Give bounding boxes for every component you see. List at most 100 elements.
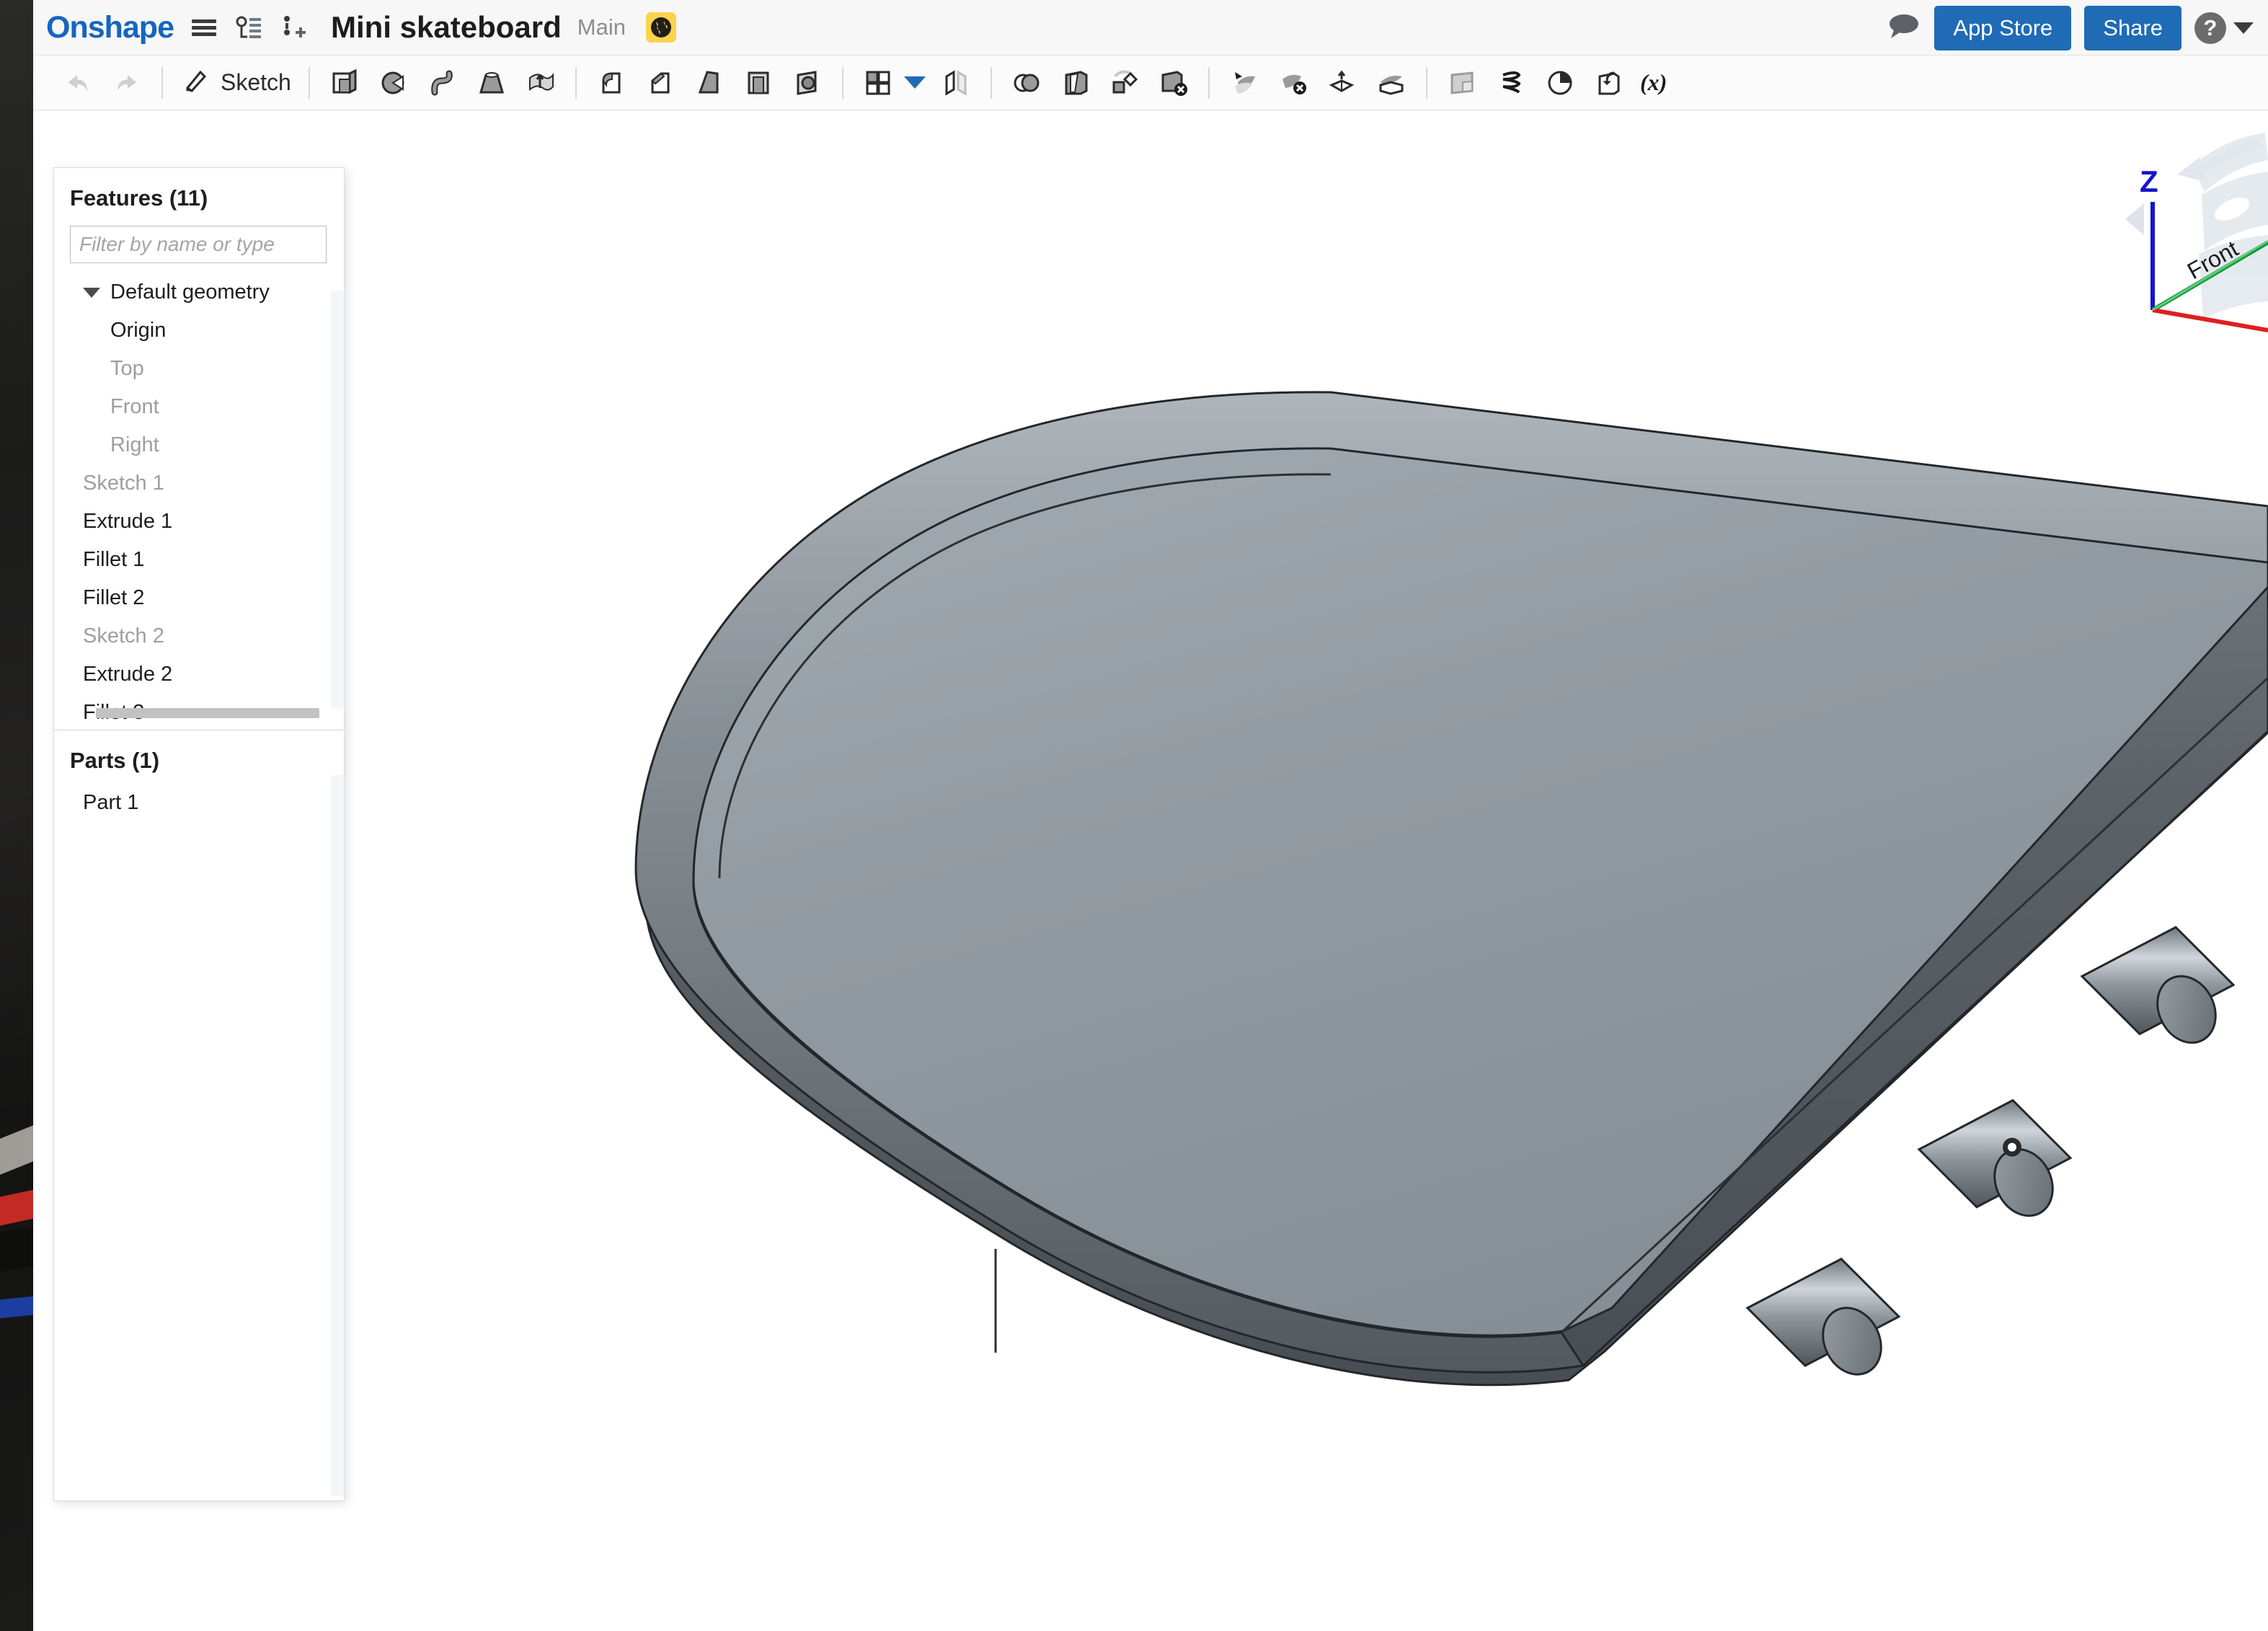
tree-item-right[interactable]: Right (54, 426, 344, 464)
document-title[interactable]: Mini skateboard (331, 10, 562, 45)
revolve-icon[interactable] (369, 61, 418, 105)
filter-input[interactable] (70, 226, 327, 263)
document-tree-icon[interactable] (234, 11, 263, 44)
helix-icon[interactable] (1487, 61, 1536, 105)
draft-icon[interactable] (685, 61, 734, 105)
pattern-grid-icon[interactable] (854, 61, 903, 105)
tree-item-label: Fillet 2 (83, 586, 145, 609)
app-store-button[interactable]: App Store (1934, 5, 2072, 50)
loft-icon[interactable] (467, 61, 516, 105)
desktop-decor-dark (0, 1226, 33, 1272)
tree-item-label: Fillet 1 (83, 548, 145, 571)
delete-face-icon[interactable] (1269, 61, 1318, 105)
tree-item-label: Extrude 1 (83, 510, 173, 533)
pie-gauge-icon[interactable] (1536, 61, 1585, 105)
features-panel-title: Features (11) (70, 185, 208, 211)
list-item-part-1[interactable]: Part 1 (54, 784, 344, 822)
feature-toolbar: Sketch (x) (33, 56, 2268, 110)
app-header: Onshape Mini skateboard Main App Store S… (33, 0, 2268, 56)
offset-surface-icon[interactable] (1318, 61, 1367, 105)
onshape-app: Onshape Mini skateboard Main App Store S… (33, 0, 2268, 1631)
tree-item-origin[interactable]: Origin (54, 311, 344, 350)
tree-item-label: Sketch 1 (83, 472, 164, 495)
feature-tree: Default geometry Origin Top Front Right … (54, 273, 344, 732)
tree-item-sketch-1[interactable]: Sketch 1 (54, 464, 344, 503)
delete-part-icon[interactable] (1149, 61, 1198, 105)
tree-item-label: Extrude 2 (83, 663, 173, 686)
chevron-down-icon[interactable] (2233, 22, 2254, 34)
split-part-icon[interactable] (1051, 61, 1100, 105)
hamburger-icon[interactable] (190, 11, 218, 44)
tree-item-label: Top (110, 357, 144, 380)
axle-pin[interactable] (1745, 1257, 1901, 1384)
mirror-icon[interactable] (931, 61, 980, 105)
parts-scrollbar-track[interactable] (331, 775, 344, 1496)
desktop-decor-gray (0, 1125, 33, 1175)
move-face-icon[interactable] (1220, 61, 1269, 105)
tree-item-fillet-1[interactable]: Fillet 1 (54, 541, 344, 579)
features-horizontal-scrollbar[interactable] (96, 708, 319, 718)
3d-viewport[interactable]: Z Front (33, 111, 2268, 1631)
axle-pin[interactable] (2080, 926, 2236, 1053)
svg-text:(x): (x) (1640, 69, 1667, 95)
tree-item-front[interactable]: Front (54, 388, 344, 426)
nav-left-arrow-icon[interactable] (2125, 203, 2144, 235)
undo-arrow-icon[interactable] (53, 61, 102, 105)
tree-item-label: Origin (110, 319, 167, 342)
chevron-down-icon[interactable] (83, 287, 100, 298)
tree-group-default-geometry[interactable]: Default geometry (54, 273, 344, 311)
tree-item-sketch-2[interactable]: Sketch 2 (54, 617, 344, 655)
pencil-icon (180, 65, 212, 100)
hole-icon[interactable] (783, 61, 832, 105)
part-label: Part 1 (83, 791, 139, 814)
desktop-decor-blue (0, 1296, 33, 1319)
tree-item-extrude-2[interactable]: Extrude 2 (54, 655, 344, 694)
parts-section: Parts (1) Part 1 (54, 730, 344, 1500)
toolbar-divider (841, 66, 843, 99)
onshape-logo[interactable]: Onshape (46, 10, 174, 45)
transform-icon[interactable] (1100, 61, 1149, 105)
chamfer-icon[interactable] (636, 61, 685, 105)
redo-arrow-icon[interactable] (102, 61, 151, 105)
skateboard-deck-model[interactable] (33, 111, 2268, 1631)
comment-icon[interactable] (1887, 12, 1921, 44)
toolbar-divider (1208, 66, 1210, 99)
derive-import-icon[interactable] (1585, 61, 1634, 105)
toolbar-divider (990, 66, 992, 99)
feature-tree-panel: Features (11) Default geometry Origin To… (53, 167, 345, 1501)
shell-icon[interactable] (734, 61, 783, 105)
enclose-icon[interactable] (1367, 61, 1416, 105)
tree-group-label: Default geometry (110, 280, 270, 304)
toolbar-divider (575, 66, 577, 99)
fillet-icon[interactable] (587, 61, 636, 105)
thicken-icon[interactable] (516, 61, 565, 105)
help-menu[interactable]: ? (2194, 12, 2254, 44)
tree-item-label: Front (110, 395, 159, 418)
toolbar-divider (308, 66, 310, 99)
workspace-name[interactable]: Main (577, 14, 626, 40)
tree-item-fillet-2[interactable]: Fillet 2 (54, 579, 344, 617)
axle-pin[interactable] (1917, 1099, 2073, 1226)
share-button[interactable]: Share (2084, 5, 2181, 50)
tree-item-extrude-1[interactable]: Extrude 1 (54, 503, 344, 541)
variable-x-icon[interactable]: (x) (1634, 61, 1683, 105)
plane-icon[interactable] (1438, 61, 1487, 105)
point-select-cursor-icon (2003, 1138, 2021, 1157)
sketch-button[interactable]: Sketch (173, 65, 298, 100)
tree-item-top[interactable]: Top (54, 350, 344, 388)
sweep-icon[interactable] (418, 61, 467, 105)
header-actions: App Store Share ? (1887, 0, 2254, 56)
boolean-union-icon[interactable] (1002, 61, 1051, 105)
tree-item-label: Sketch 2 (83, 624, 164, 647)
extrude-icon[interactable] (320, 61, 369, 105)
desktop-background-strip (0, 0, 33, 1631)
chevron-down-icon[interactable] (903, 76, 926, 89)
add-element-icon[interactable] (279, 11, 308, 44)
features-section: Features (11) Default geometry Origin To… (54, 168, 344, 730)
sketch-label: Sketch (221, 69, 291, 95)
toolbar-divider (161, 66, 163, 99)
help-icon[interactable]: ? (2194, 12, 2226, 44)
globe-icon[interactable] (645, 12, 676, 43)
parts-list: Part 1 (54, 784, 344, 822)
desktop-decor-red (0, 1190, 33, 1226)
